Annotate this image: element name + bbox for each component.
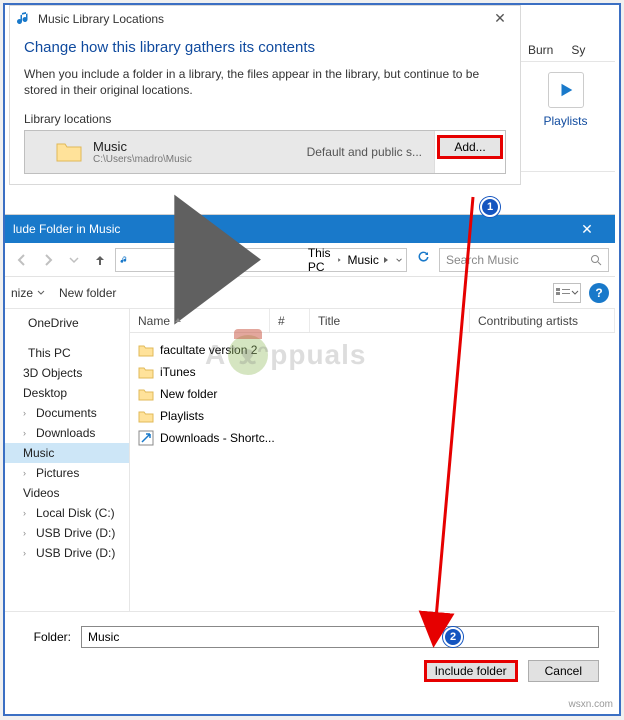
view-options-button[interactable] [553,283,581,303]
library-default-note: Default and public s... [307,145,422,159]
dialog2-title: lude Folder in Music [13,222,120,236]
tree-this-pc[interactable]: This PC [5,343,129,363]
library-path: C:\Users\madro\Music [93,154,192,165]
playlists-label[interactable]: Playlists [524,114,607,128]
annotation-badge-2: 2 [443,627,463,647]
folder-name-input[interactable] [81,626,599,648]
library-locations-list: Music C:\Users\madro\Music Default and p… [24,130,506,174]
nav-up-button[interactable] [89,249,111,271]
col-name[interactable]: Name [138,314,170,328]
music-note-icon [16,11,32,27]
tree-usb-drive-d-2[interactable]: ›USB Drive (D:) [5,543,129,563]
library-name: Music [93,139,192,154]
annotation-badge-1: 1 [480,197,500,217]
library-row-music[interactable]: Music C:\Users\madro\Music Default and p… [25,131,435,173]
source-watermark: wsxn.com [569,699,613,710]
organize-menu[interactable]: nize [11,286,45,300]
refresh-button[interactable] [411,250,435,269]
close-icon[interactable]: ✕ [486,10,514,27]
music-note-icon [120,253,129,267]
dialog2-footer: Folder: Include folder Cancel [5,611,615,692]
folder-icon [138,365,154,379]
playlist-icon [548,72,584,108]
dialog2-close-icon[interactable]: ✕ [567,221,607,238]
tree-pictures[interactable]: ›Pictures [5,463,129,483]
toolbar: nize New folder ? [5,277,615,309]
nav-recent-dropdown[interactable] [63,249,85,271]
include-folder-button[interactable]: Include folder [424,660,518,682]
tree-local-disk-c[interactable]: ›Local Disk (C:) [5,503,129,523]
library-locations-dialog: Music Library Locations ✕ Change how thi… [9,5,521,185]
new-folder-button[interactable]: New folder [59,286,116,300]
help-icon[interactable]: ? [589,283,609,303]
add-button[interactable]: Add... [437,135,502,159]
burn-tab[interactable]: Burn [528,43,553,57]
sort-asc-icon [174,317,182,325]
file-row[interactable]: New folder [130,383,615,405]
folder-icon [55,139,83,165]
column-headers[interactable]: Name # Title Contributing artists [130,309,615,333]
nav-forward-button[interactable] [37,249,59,271]
col-contributing-artists[interactable]: Contributing artists [470,309,615,332]
crumb-dropdown-icon[interactable] [396,255,402,265]
crumb-music[interactable]: Music [346,253,392,267]
file-row[interactable]: Playlists [130,405,615,427]
tree-usb-drive-d-1[interactable]: ›USB Drive (D:) [5,523,129,543]
include-folder-dialog: lude Folder in Music ✕ This PC Music Sea… [5,214,615,710]
tree-music[interactable]: Music [5,443,129,463]
col-track-number[interactable]: # [270,309,310,332]
tree-downloads[interactable]: ›Downloads [5,423,129,443]
dialog1-description: When you include a folder in a library, … [10,56,520,98]
file-list-pane: Name # Title Contributing artists facult… [130,309,615,611]
nav-row: This PC Music Search Music [5,243,615,277]
shortcut-icon [138,430,154,446]
tree-documents[interactable]: ›Documents [5,403,129,423]
search-input[interactable]: Search Music [439,248,609,272]
folder-icon [138,343,154,357]
cancel-button[interactable]: Cancel [528,660,599,682]
library-locations-label: Library locations [10,98,520,126]
nav-back-button[interactable] [11,249,33,271]
file-row[interactable]: Downloads - Shortc... [130,427,615,449]
nav-tree[interactable]: OneDrive This PC 3D Objects Desktop ›Doc… [5,309,130,611]
folder-icon [138,387,154,401]
crumb-this-pc[interactable]: This PC [306,246,344,274]
folder-icon [138,409,154,423]
chevron-down-icon [37,289,45,297]
search-placeholder: Search Music [446,253,519,267]
breadcrumb[interactable]: This PC Music [115,248,407,272]
sync-tab-partial[interactable]: Sy [571,43,585,57]
folder-field-label: Folder: [21,630,71,644]
watermark: A ᵔᴥᵔ ppuals [205,335,366,375]
chevron-down-icon [571,289,579,297]
file-row[interactable]: facultate version 2 [130,339,615,361]
dialog1-title: Music Library Locations [38,12,486,26]
dialog1-heading: Change how this library gathers its cont… [10,31,520,56]
watermark-face-icon: ᵔᴥᵔ [228,335,268,375]
tree-3d-objects[interactable]: 3D Objects [5,363,129,383]
tree-onedrive[interactable]: OneDrive [5,313,129,333]
search-icon [590,254,602,266]
file-row[interactable]: iTunes [130,361,615,383]
tree-videos[interactable]: Videos [5,483,129,503]
col-title[interactable]: Title [310,309,470,332]
tree-desktop[interactable]: Desktop [5,383,129,403]
background-panel: Burn Sy Playlists [515,39,615,172]
